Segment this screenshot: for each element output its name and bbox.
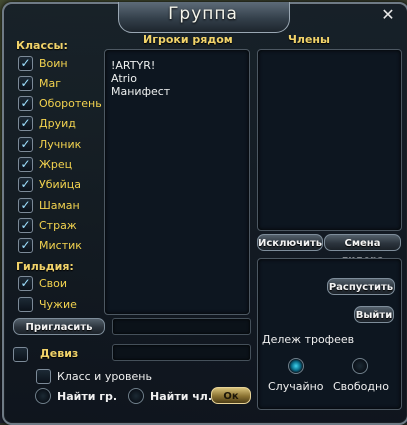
invite-button[interactable]: Пригласить	[13, 318, 105, 335]
class-filter-checkbox[interactable]: ✓	[18, 136, 33, 152]
guild-filter-row[interactable]: ✓ Свои	[18, 274, 67, 292]
class-filter-row[interactable]: ✓ Маг	[18, 74, 61, 92]
nearby-player-item[interactable]: !ARTYR!	[105, 59, 249, 72]
nearby-players-list[interactable]: !ARTYR! Atrio Манифест	[104, 49, 250, 315]
class-level-label: Класс и уровень	[57, 369, 152, 383]
class-filter-label: Лучник	[39, 137, 82, 151]
guild-filter-checkbox[interactable]	[18, 296, 33, 312]
change-leader-button[interactable]: Смена лидера	[324, 234, 401, 266]
motto-label: Девиз	[40, 347, 79, 360]
class-filter-label: Страж	[39, 218, 77, 232]
disband-button[interactable]: Распустить	[327, 278, 395, 295]
leave-button[interactable]: Выйти	[354, 306, 394, 323]
nearby-player-item[interactable]: Atrio	[105, 72, 249, 85]
class-filter-label: Жрец	[39, 158, 73, 171]
class-filter-row[interactable]: ✓ Друид	[18, 115, 76, 133]
motto-checkbox-row[interactable]	[13, 345, 28, 363]
loot-random-radio[interactable]	[288, 358, 304, 374]
class-filter-row[interactable]: ✓ Оборотень	[18, 95, 102, 113]
guild-filter-label: Чужие	[39, 297, 77, 311]
class-filter-label: Оборотень	[39, 97, 102, 111]
class-filter-checkbox[interactable]: ✓	[18, 157, 33, 172]
class-filter-checkbox[interactable]: ✓	[18, 197, 33, 213]
loot-free-radio[interactable]	[352, 358, 368, 374]
class-filter-row[interactable]: ✓ Мистик	[18, 237, 82, 255]
members-list[interactable]	[257, 49, 402, 231]
find-group-label[interactable]: Найти гр.	[57, 390, 117, 403]
nearby-player-item[interactable]: Манифест	[105, 85, 249, 98]
loot-random-label: Случайно	[268, 380, 324, 393]
class-filter-row[interactable]: ✓ Жрец	[18, 156, 72, 174]
find-group-icon[interactable]	[35, 388, 51, 404]
class-filter-checkbox[interactable]: ✓	[18, 217, 33, 233]
class-filter-checkbox[interactable]: ✓	[18, 116, 33, 132]
loot-free-label: Свободно	[333, 380, 389, 393]
motto-checkbox[interactable]	[13, 346, 28, 362]
members-header: Члены	[288, 33, 330, 46]
class-filter-checkbox[interactable]: ✓	[18, 238, 33, 254]
ok-button[interactable]: Ок	[211, 387, 251, 404]
class-filter-row[interactable]: ✓ Убийца	[18, 176, 81, 194]
class-filter-label: Мистик	[39, 239, 82, 253]
find-member-icon[interactable]	[128, 388, 144, 404]
class-filter-row[interactable]: ✓ Воин	[18, 54, 68, 72]
class-filter-checkbox[interactable]: ✓	[18, 75, 33, 91]
guild-filter-checkbox[interactable]: ✓	[18, 275, 33, 291]
class-filter-label: Воин	[39, 56, 68, 70]
class-filter-checkbox[interactable]: ✓	[18, 177, 33, 193]
class-filter-label: Шаман	[39, 198, 80, 212]
close-icon[interactable]: ✕	[379, 6, 397, 24]
guild-filter-label: Свои	[39, 276, 68, 290]
nearby-players-header: Игроки рядом	[143, 33, 233, 46]
invite-name-input[interactable]	[112, 318, 251, 335]
class-filter-row[interactable]: ✓ Лучник	[18, 135, 81, 153]
class-filter-label: Убийца	[39, 178, 82, 192]
class-filter-checkbox[interactable]: ✓	[18, 96, 33, 112]
motto-input[interactable]	[112, 344, 251, 361]
window-title: Группа	[168, 4, 238, 24]
class-filter-row[interactable]: ✓ Страж	[18, 216, 77, 234]
class-filter-label: Друид	[39, 117, 76, 131]
class-filter-row[interactable]: ✓ Шаман	[18, 196, 80, 214]
kick-button[interactable]: Исключить	[257, 234, 323, 251]
class-level-checkbox[interactable]	[36, 368, 51, 384]
classes-label: Классы:	[16, 39, 68, 52]
guild-filter-row[interactable]: Чужие	[18, 295, 77, 313]
find-member-label[interactable]: Найти чл.	[150, 390, 212, 403]
class-filter-label: Маг	[39, 76, 62, 90]
guild-label: Гильдия:	[16, 260, 74, 273]
class-filter-checkbox[interactable]: ✓	[18, 55, 33, 71]
class-level-checkbox-row[interactable]: Класс и уровень	[36, 367, 152, 385]
loot-label: Дележ трофеев	[262, 333, 355, 346]
